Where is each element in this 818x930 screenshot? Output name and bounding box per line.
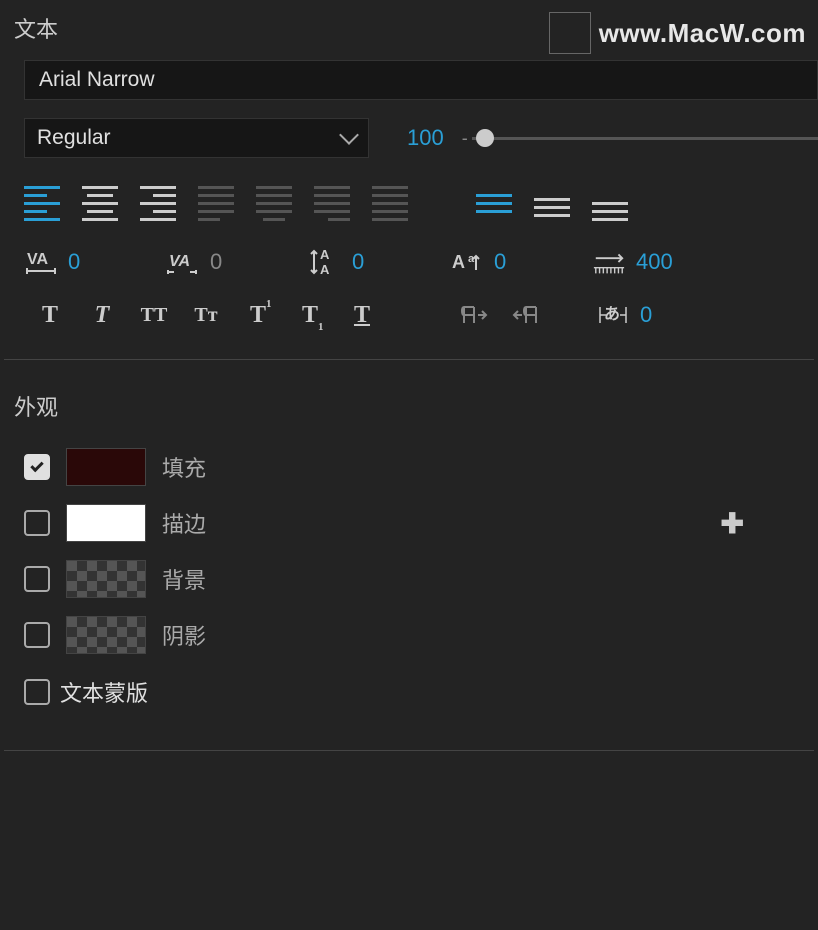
justify-left-icon[interactable] bbox=[198, 186, 234, 221]
kerning-value[interactable]: 0 bbox=[210, 249, 222, 275]
chevron-down-icon bbox=[339, 125, 359, 145]
spacing-row: VA 0 VA 0 AA 0 Aa 0 400 bbox=[24, 247, 818, 277]
leading-value[interactable]: 0 bbox=[352, 249, 364, 275]
font-size-value[interactable]: 100 bbox=[407, 125, 444, 151]
fill-swatch[interactable] bbox=[66, 448, 146, 486]
font-family-select[interactable]: Arial Narrow bbox=[24, 60, 818, 100]
textmask-label: 文本蒙版 bbox=[60, 676, 148, 708]
smallcaps-button[interactable]: Tᴛ bbox=[188, 299, 224, 331]
font-style-value: Regular bbox=[37, 126, 111, 150]
textmask-checkbox[interactable] bbox=[24, 679, 50, 705]
background-checkbox[interactable] bbox=[24, 566, 50, 592]
watermark-icon bbox=[549, 12, 591, 54]
divider bbox=[4, 359, 814, 360]
baseline-value[interactable]: 0 bbox=[494, 249, 506, 275]
divider bbox=[4, 750, 814, 751]
tracking-value[interactable]: 0 bbox=[68, 249, 80, 275]
allcaps-button[interactable]: TT bbox=[136, 299, 172, 331]
stroke-checkbox[interactable] bbox=[24, 510, 50, 536]
tsume2-value[interactable]: 0 bbox=[640, 302, 652, 328]
fill-label: 填充 bbox=[162, 451, 206, 483]
align-row bbox=[24, 186, 818, 221]
slider-track[interactable] bbox=[472, 137, 818, 140]
add-stroke-button[interactable]: ✚ bbox=[721, 507, 744, 540]
valign-middle-icon[interactable] bbox=[534, 190, 570, 217]
svg-text:VA: VA bbox=[169, 253, 190, 270]
baseline-icon: Aa bbox=[450, 247, 484, 277]
valign-top-icon[interactable] bbox=[476, 194, 512, 213]
svg-text:A: A bbox=[452, 252, 465, 272]
background-label: 背景 bbox=[162, 563, 206, 595]
leading-icon: AA bbox=[308, 247, 342, 277]
stroke-label: 描边 bbox=[162, 507, 206, 539]
checkmark-icon bbox=[30, 458, 43, 471]
appearance-title: 外观 bbox=[0, 378, 818, 430]
bold-button[interactable]: T bbox=[32, 299, 68, 331]
subscript-button[interactable]: T1 bbox=[292, 299, 328, 331]
fill-checkbox[interactable] bbox=[24, 454, 50, 480]
rtl-button[interactable] bbox=[508, 299, 544, 331]
justify-full-icon[interactable] bbox=[372, 186, 408, 221]
shadow-label: 阴影 bbox=[162, 619, 206, 651]
watermark-text: www.MacW.com bbox=[599, 18, 806, 49]
align-center-icon[interactable] bbox=[82, 186, 118, 221]
ltr-button[interactable] bbox=[456, 299, 492, 331]
text-style-row: T T TT Tᴛ T1 T1 T あ 0 bbox=[32, 299, 818, 331]
font-style-select[interactable]: Regular bbox=[24, 118, 369, 158]
svg-text:VA: VA bbox=[27, 251, 48, 268]
tsume-icon bbox=[592, 247, 626, 277]
slider-thumb[interactable] bbox=[476, 129, 494, 147]
tracking-icon: VA bbox=[24, 247, 58, 277]
valign-bottom-icon[interactable] bbox=[592, 186, 628, 221]
underline-button[interactable]: T bbox=[344, 299, 380, 331]
shadow-swatch[interactable] bbox=[66, 616, 146, 654]
font-size-slider[interactable]: - bbox=[462, 128, 818, 149]
svg-text:あ: あ bbox=[604, 305, 620, 323]
justify-center-icon[interactable] bbox=[256, 186, 292, 221]
align-left-icon[interactable] bbox=[24, 186, 60, 221]
tsume2-icon: あ bbox=[596, 300, 630, 330]
italic-button[interactable]: T bbox=[84, 299, 120, 331]
tsume-value[interactable]: 400 bbox=[636, 249, 673, 275]
background-swatch[interactable] bbox=[66, 560, 146, 598]
justify-right-icon[interactable] bbox=[314, 186, 350, 221]
svg-text:A: A bbox=[320, 262, 330, 277]
align-right-icon[interactable] bbox=[140, 186, 176, 221]
watermark: www.MacW.com bbox=[549, 12, 806, 54]
stroke-swatch[interactable] bbox=[66, 504, 146, 542]
svg-text:A: A bbox=[320, 247, 330, 262]
shadow-checkbox[interactable] bbox=[24, 622, 50, 648]
superscript-button[interactable]: T1 bbox=[240, 299, 276, 331]
font-family-value: Arial Narrow bbox=[39, 68, 155, 92]
minus-icon: - bbox=[462, 128, 468, 149]
kerning-icon: VA bbox=[166, 247, 200, 277]
